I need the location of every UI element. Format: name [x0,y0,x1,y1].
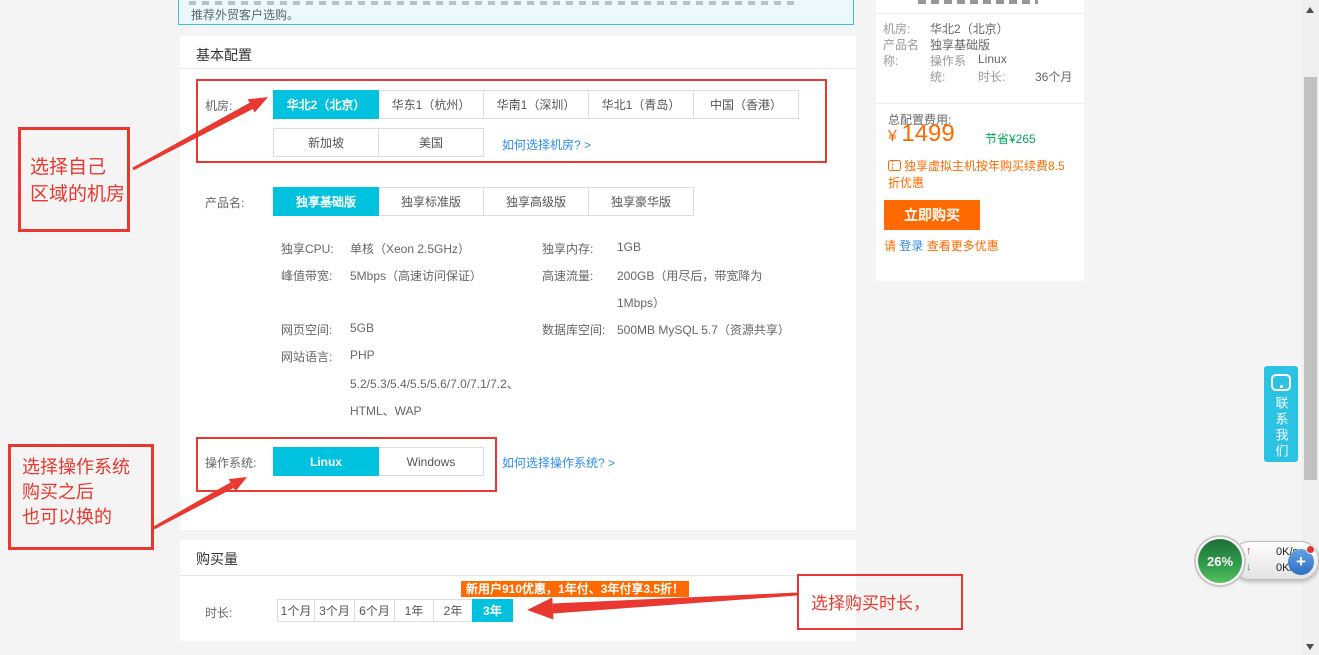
product-option-advanced[interactable]: 独享高级版 [483,187,589,216]
product-option-standard[interactable]: 独享标准版 [378,187,484,216]
spec-lang-value-2: 5.2/5.3/5.4/5.5/5.6/7.0/7.1/7.2、 [350,375,519,392]
clipped-text-fragment [918,0,1038,4]
currency-symbol: ¥ [888,128,897,145]
spec-lang-value-3: HTML、WAP [350,402,422,419]
renewal-promo: 独享虚拟主机按年购买续费8.5折优惠 [888,158,1072,192]
summary-product-label: 产品名 [883,36,919,53]
spec-db-value: 500MB MySQL 5.7（资源共享） [617,321,790,338]
annotation-line: 选择操作系统 [22,455,130,480]
annotation-rect-os [196,437,497,492]
login-link[interactable]: 登录 [899,239,923,253]
annotation-text: 选择购买时长， [811,590,930,617]
annotation-line: 区域的机房 [30,181,125,208]
annotation-text: 选择操作系统 购买之后 也可以换的 [22,455,130,530]
divider [876,103,1084,104]
annotation-box-os: 选择操作系统 购买之后 也可以换的 [8,444,154,550]
spec-cpu-value: 单核（Xeon 2.5GHz） [350,240,470,257]
download-arrow-icon: ↓ [1246,561,1252,573]
summary-os-label: 操作系 [930,52,966,69]
summary-os-label-wrap: 统: [930,68,945,85]
price-amount: 1499 [901,120,954,147]
notice-text: 推荐外贸客户选购。 [191,6,299,23]
spec-bw-label: 峰值带宽: [281,267,332,284]
savings-badge: 节省¥265 [985,130,1036,147]
purchase-title: 购买量 [196,549,238,569]
duration-option-1y[interactable]: 1年 [394,599,434,622]
total-price: ¥ 1499 [888,120,955,148]
login-hint-suffix: 查看更多优惠 [927,239,999,253]
summary-duration-label: 时长: [978,68,1005,85]
product-option-basic[interactable]: 独享基础版 [273,187,379,216]
scrollbar-down-button[interactable] [1306,644,1314,650]
product-label: 产品名: [205,194,244,211]
buy-page: 推荐外贸客户选购。 基本配置 机房: 华北2（北京） 华东1（杭州） 华南1（深… [0,0,1319,655]
spec-web-value: 5GB [350,321,374,335]
duration-option-3y[interactable]: 3年 [472,599,513,622]
annotation-line: 也可以换的 [22,505,130,530]
duration-option-3m[interactable]: 3个月 [314,599,355,622]
contact-us-tab[interactable]: 联系我们 [1264,366,1298,462]
coupon-icon [888,160,901,171]
duration-option-1m[interactable]: 1个月 [277,599,315,622]
duration-promo-banner: 新用户910优惠，1年付、3年付享3.5折！ [461,581,689,597]
spec-cpu-label: 独享CPU: [281,240,334,257]
spec-bw-value: 5Mbps（高速访问保证） [350,267,482,284]
login-hint-prefix: 请 [884,239,896,253]
summary-room-label: 机房: [883,20,910,37]
upload-arrow-icon: ↑ [1246,545,1252,557]
divider [876,13,1084,14]
summary-product-label-wrap: 称: [883,52,898,69]
spec-lang-value: PHP [350,348,375,362]
annotation-box-datacenter: 选择自己 区域的机房 [18,127,130,232]
annotation-box-duration: 选择购买时长， [797,574,963,630]
order-summary-card: 机房: 华北2（北京） 产品名 独享基础版 称: 操作系 Linux 统: 时长… [876,0,1084,281]
spec-lang-label: 网站语言: [281,348,332,365]
product-option-deluxe[interactable]: 独享豪华版 [588,187,694,216]
headset-icon [1271,374,1291,391]
clipped-text-fragment [189,1,799,5]
duration-label: 时长: [205,604,232,621]
spec-db-label: 数据库空间: [542,321,605,338]
login-hint: 请 登录 查看更多优惠 [884,237,999,254]
spec-traffic-value: 200GB（用尽后，带宽降为 [617,267,762,284]
notice-banner: 推荐外贸客户选购。 [178,0,854,25]
divider [180,68,856,69]
annotation-rect-datacenter [196,79,827,163]
summary-duration-value: 36个月 [1035,68,1072,85]
spec-mem-label: 独享内存: [542,240,593,257]
buy-now-button[interactable]: 立即购买 [884,200,980,230]
scrollbar-up-button[interactable] [1306,7,1314,13]
divider [180,575,856,576]
scrollbar-thumb[interactable] [1304,77,1317,480]
spec-mem-value: 1GB [617,240,641,254]
os-help-link[interactable]: 如何选择操作系统? > [502,454,615,471]
summary-os-value: Linux [978,52,1007,66]
spec-traffic-value-2: 1Mbps） [617,294,665,311]
summary-room-value: 华北2（北京） [930,20,1009,37]
duration-option-2y[interactable]: 2年 [433,599,473,622]
annotation-text: 选择自己 区域的机房 [30,154,125,208]
summary-product-value: 独享基础版 [930,36,990,53]
spec-web-label: 网页空间: [281,321,332,338]
annotation-line: 购买之后 [22,480,130,505]
spec-traffic-label: 高速流量: [542,267,593,284]
duration-option-6m[interactable]: 6个月 [354,599,395,622]
notification-dot [1306,545,1315,554]
purchase-panel: 购买量 新用户910优惠，1年付、3年付享3.5折！ 时长: 1个月 3个月 6… [180,540,856,641]
renewal-promo-text: 独享虚拟主机按年购买续费8.5折优惠 [888,159,1065,190]
annotation-line: 选择自己 [30,154,125,181]
memory-usage-ball[interactable]: 26% [1198,539,1242,583]
contact-us-label: 联系我们 [1272,396,1291,460]
basic-config-title: 基本配置 [196,45,252,65]
